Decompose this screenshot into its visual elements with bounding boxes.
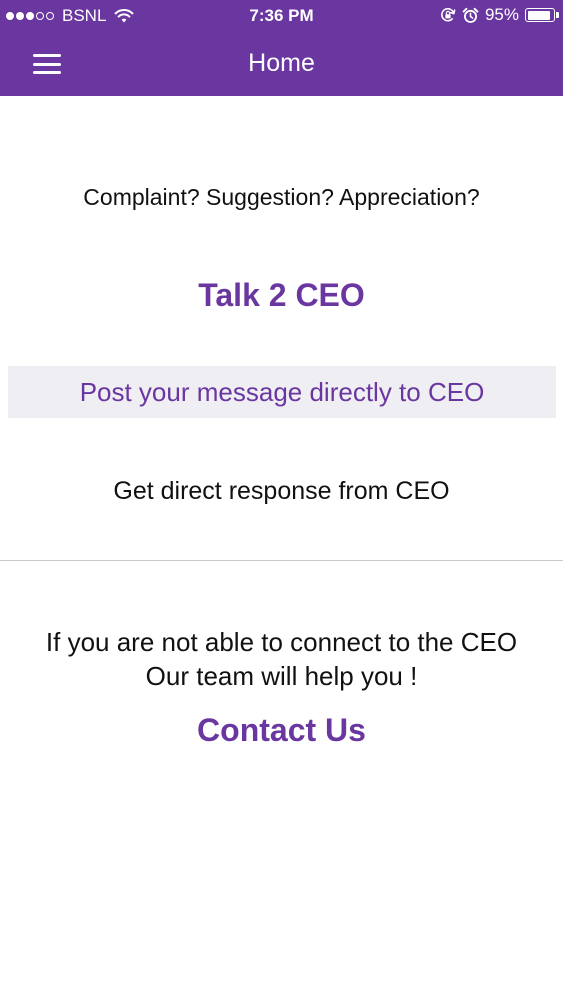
help-text-line-1: If you are not able to connect to the CE… [45, 627, 518, 657]
contact-us-link[interactable]: Contact Us [0, 710, 563, 750]
battery-percent: 95% [484, 5, 519, 24]
page-title: Home [248, 49, 315, 77]
status-bar: BSNL 7:36 PM 95% [0, 0, 563, 32]
navigation-bar: Home [0, 32, 563, 96]
app-header: BSNL 7:36 PM 95% Home [0, 0, 563, 96]
tagline: Complaint? Suggestion? Appreciation? [83, 184, 480, 210]
orientation-lock-icon [441, 7, 456, 22]
alarm-icon [462, 7, 479, 23]
help-text-line-2: Our team will help you ! [145, 661, 418, 691]
status-right: 95% [440, 5, 559, 25]
divider [0, 560, 563, 561]
direct-response-text: Get direct response from CEO [113, 477, 450, 505]
talk-2-ceo-link[interactable]: Talk 2 CEO [0, 275, 563, 315]
post-message-button[interactable]: Post your message directly to CEO [8, 366, 556, 418]
battery-level-fill [527, 10, 551, 20]
battery-icon [525, 8, 559, 22]
